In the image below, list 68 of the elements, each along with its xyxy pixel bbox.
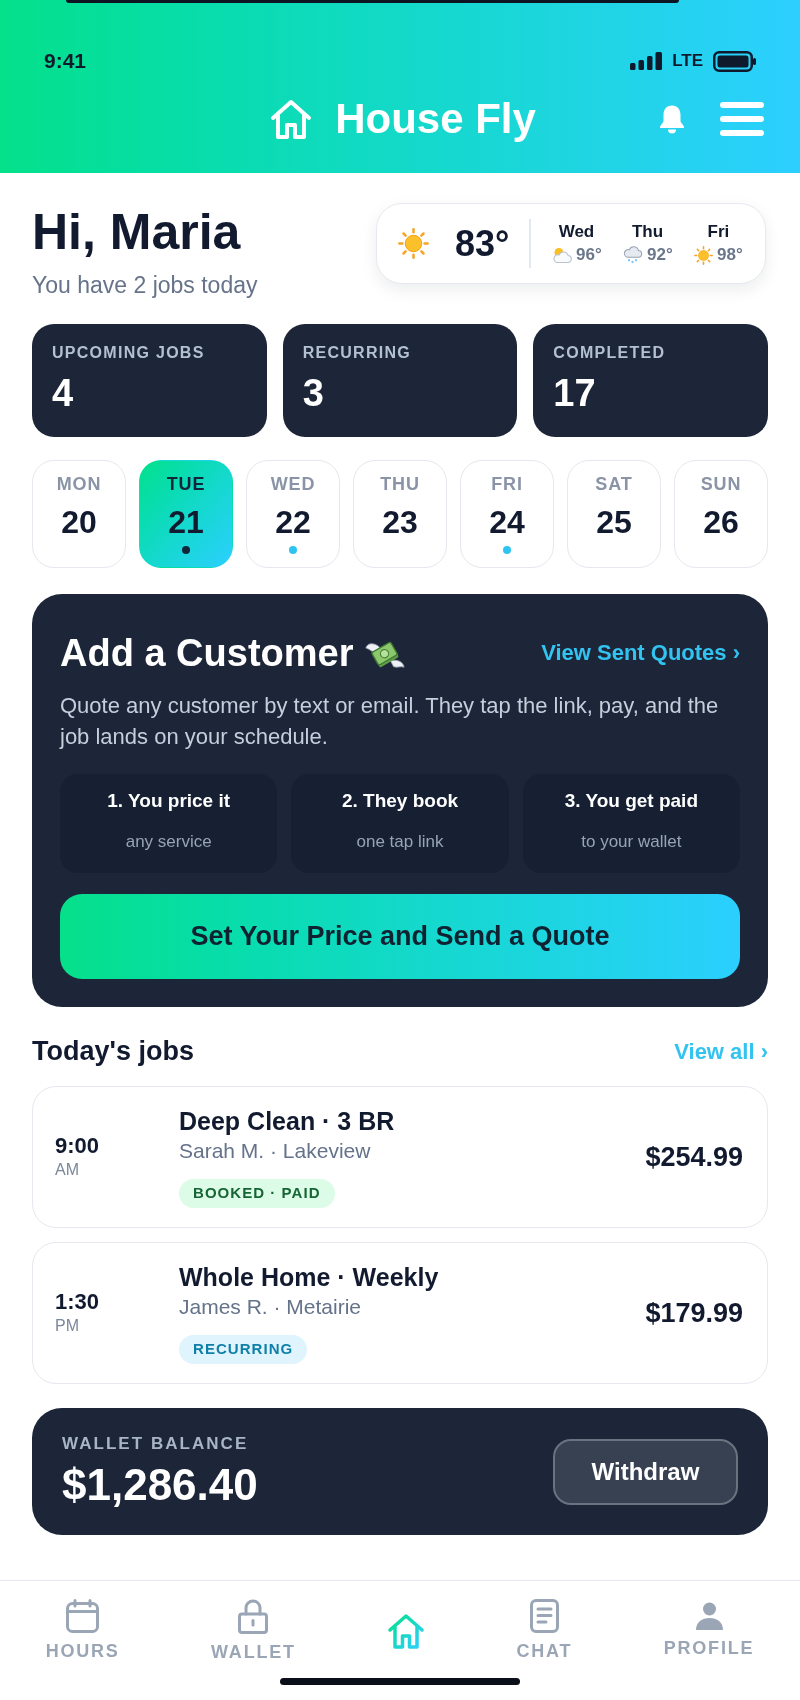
lock-icon: [238, 1598, 269, 1634]
document-icon: [529, 1599, 559, 1633]
job-time: 9:00: [55, 1134, 100, 1158]
day-selector[interactable]: FRI 24: [460, 460, 554, 568]
forecast-temperature: 96°: [576, 245, 602, 265]
job-card[interactable]: 1:30 PM Whole Home · Weekly James R. · Metairie RECURRING $179.99: [32, 1242, 768, 1384]
person-icon: [695, 1602, 723, 1630]
section-title: Today's jobs: [32, 1038, 194, 1065]
job-period: AM: [55, 1160, 79, 1180]
wallet-balance: $1,286.40: [62, 1461, 258, 1509]
step-subtitle: to your wallet: [581, 832, 682, 852]
stat-value: 17: [553, 374, 596, 412]
day-selector[interactable]: TUE 21: [139, 460, 233, 568]
app-title: House Fly: [335, 98, 536, 140]
day-selector[interactable]: MON 20: [32, 460, 126, 568]
card-title: Add a Customer: [60, 634, 354, 672]
day-selector[interactable]: THU 23: [353, 460, 447, 568]
card-description: Quote any customer by text or email. They tap the link, pay, and the job lands on your schedule.: [60, 692, 720, 751]
status-badge: RECURRING: [179, 1334, 308, 1364]
day-selector[interactable]: WED 22: [246, 460, 340, 568]
job-price: $179.99: [645, 1299, 743, 1327]
greeting-subtitle: You have 2 jobs today: [32, 272, 258, 298]
status-badge: BOOKED · PAID: [179, 1178, 335, 1208]
stat-value: 3: [302, 374, 324, 412]
sun-icon: [398, 228, 429, 259]
job-period: PM: [55, 1316, 79, 1336]
menu-icon[interactable]: [720, 102, 764, 136]
forecast-temperature: 98°: [717, 245, 743, 265]
job-time: 1:30: [55, 1290, 100, 1314]
forecast-day: Thu: [631, 222, 664, 242]
withdraw-button[interactable]: Withdraw: [553, 1438, 738, 1505]
day-selector[interactable]: SUN 26: [674, 460, 768, 568]
signal-icon: [630, 52, 663, 70]
job-client: Sarah M. · Lakeview: [179, 1137, 371, 1164]
step-subtitle: one tap link: [356, 832, 444, 852]
wallet-label: WALLET BALANCE: [62, 1434, 249, 1454]
status-time: 9:41: [44, 50, 87, 72]
current-temperature: 83°: [455, 225, 510, 262]
stat-label: UPCOMING JOBS: [52, 344, 205, 362]
rain-cloud-icon: [622, 246, 644, 264]
job-client: James R. · Metairie: [179, 1293, 362, 1320]
forecast-temperature: 92°: [647, 245, 673, 265]
day-selector[interactable]: SAT 25: [567, 460, 661, 568]
forecast-day: Fri: [707, 222, 730, 242]
job-title: Deep Clean · 3 BR: [179, 1106, 395, 1135]
step-title: 2. They book: [341, 789, 459, 813]
forecast-day: Wed: [558, 222, 595, 242]
battery-icon: [713, 50, 756, 72]
greeting-title: Hi, Maria: [32, 207, 242, 257]
calendar-icon: [66, 1599, 100, 1633]
view-sent-quotes-link[interactable]: View Sent Quotes ›: [541, 642, 740, 664]
job-card[interactable]: 9:00 AM Deep Clean · 3 BR Sarah M. · Lakeview BOOKED · PAID $254.99: [32, 1086, 768, 1228]
house-icon: [270, 98, 313, 140]
sun-icon: [694, 245, 714, 265]
stat-value: 4: [52, 374, 74, 412]
nav-tab[interactable]: [387, 1611, 426, 1650]
job-title: Whole Home · Weekly: [179, 1262, 439, 1291]
step-title: 3. You get paid: [564, 789, 698, 813]
step-title: 1. You price it: [107, 789, 231, 813]
network-label: LTE: [672, 51, 703, 71]
bell-icon[interactable]: [657, 104, 687, 134]
send-quote-button[interactable]: Set Your Price and Send a Quote: [60, 894, 740, 979]
cloud-sun-icon: [551, 246, 573, 264]
stat-label: RECURRING: [302, 344, 412, 362]
job-price: $254.99: [645, 1143, 743, 1171]
step-subtitle: any service: [125, 832, 212, 852]
stat-label: COMPLETED: [553, 344, 666, 362]
house-icon: [387, 1611, 426, 1650]
